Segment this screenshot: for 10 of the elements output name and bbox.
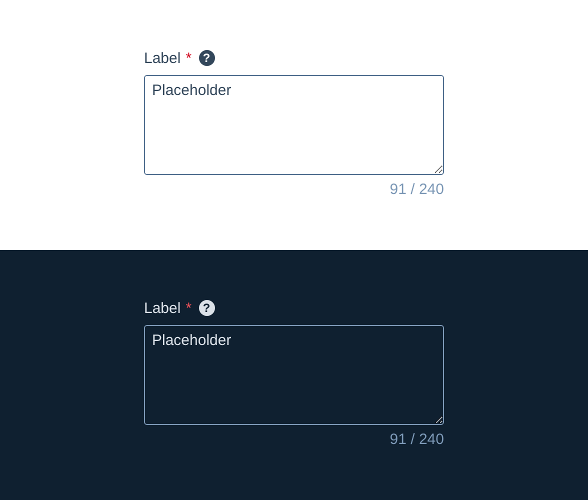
help-icon[interactable]: ?: [198, 50, 215, 66]
character-counter: 91 / 240: [390, 431, 444, 448]
field-label: Label: [144, 50, 181, 66]
field-label: Label: [144, 300, 181, 316]
help-icon[interactable]: ?: [198, 300, 215, 316]
required-mark: *: [186, 50, 192, 66]
text-area-field[interactable]: Placeholder: [144, 75, 444, 175]
required-mark: *: [186, 300, 192, 316]
character-counter: 91 / 240: [390, 181, 444, 198]
text-area-field[interactable]: Placeholder: [144, 325, 444, 425]
